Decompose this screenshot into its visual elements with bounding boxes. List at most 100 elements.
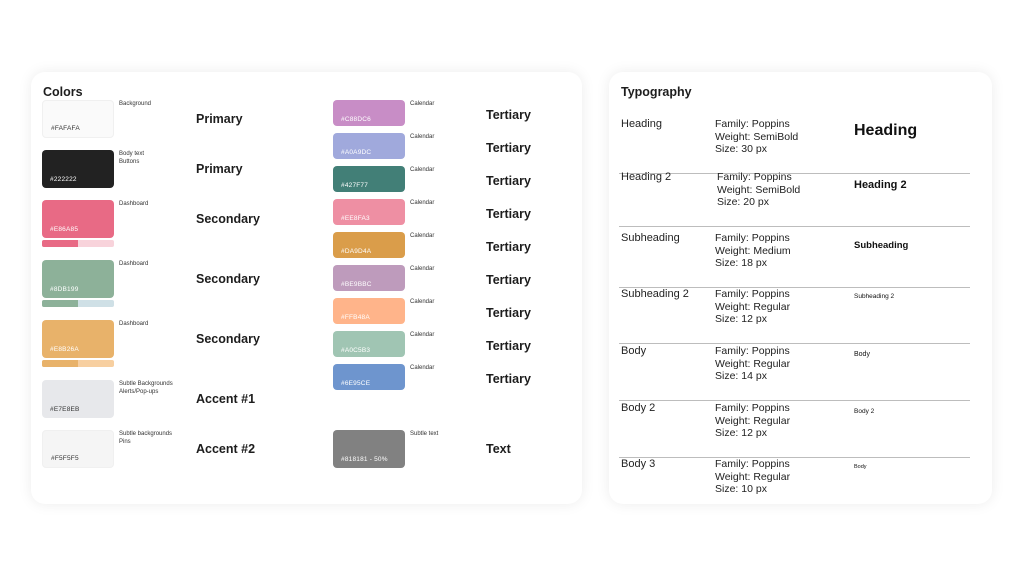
usage-labels: Subtle Backgrounds Alerts/Pop-ups: [119, 380, 199, 396]
color-chip[interactable]: #C88DC6: [333, 100, 405, 126]
tint-bar-fill: [42, 360, 78, 367]
usage-label: Pins: [119, 439, 131, 445]
color-chip[interactable]: #818181 - 50%: [333, 430, 405, 468]
tint-bar: [42, 240, 114, 247]
usage-label: Calendar: [410, 134, 435, 140]
type-style-spec: Family: Poppins Weight: Medium Size: 18 px: [715, 232, 791, 270]
hex-code: #818181 - 50%: [341, 456, 388, 463]
usage-label: Calendar: [410, 233, 435, 239]
color-role-label: Tertiary: [486, 306, 531, 320]
color-chip[interactable]: #DA9D4A: [333, 232, 405, 258]
color-role-label: Tertiary: [486, 174, 531, 188]
usage-label: Calendar: [410, 332, 435, 338]
color-role-label: Secondary: [196, 272, 260, 286]
hex-code: #F5F5F5: [51, 455, 79, 462]
font-size-value: Size: 18 px: [715, 257, 767, 269]
usage-labels: Calendar: [410, 133, 490, 141]
row-divider: [619, 226, 970, 227]
usage-label: Calendar: [410, 299, 435, 305]
color-chip[interactable]: #A0C5B3: [333, 331, 405, 357]
color-chip[interactable]: #427F77: [333, 166, 405, 192]
usage-label: Background: [119, 101, 152, 107]
usage-label: Subtle backgrounds: [119, 431, 173, 437]
tint-bar: [42, 300, 114, 307]
usage-label: Alerts/Pop-ups: [119, 389, 159, 395]
hex-code: #E86A85: [50, 226, 79, 233]
usage-labels: Calendar: [410, 364, 490, 372]
hex-code: #C88DC6: [341, 116, 371, 123]
color-chip[interactable]: #FAFAFA: [42, 100, 114, 138]
color-chip[interactable]: #BE9BBC: [333, 265, 405, 291]
hex-code: #6E95CE: [341, 380, 371, 387]
usage-label: Body text: [119, 151, 145, 157]
color-role-label: Tertiary: [486, 273, 531, 287]
color-chip[interactable]: #8DB199: [42, 260, 114, 298]
hex-code: #A0C5B3: [341, 347, 371, 354]
color-role-label: Tertiary: [486, 207, 531, 221]
color-role-label: Tertiary: [486, 240, 531, 254]
font-family-value: Family: Poppins: [715, 288, 790, 300]
type-style-name: Heading: [621, 118, 662, 130]
color-role-label: Tertiary: [486, 108, 531, 122]
type-style-sample: Body: [854, 351, 870, 358]
color-role-label: Tertiary: [486, 339, 531, 353]
hex-code: #8DB199: [50, 286, 79, 293]
color-chip[interactable]: #E8B26A: [42, 320, 114, 358]
usage-labels: Dashboard: [119, 320, 199, 328]
type-style-sample: Subheading 2: [854, 293, 895, 300]
type-style-name: Heading 2: [621, 171, 672, 183]
color-chip[interactable]: #EE8FA3: [333, 199, 405, 225]
font-size-value: Size: 14 px: [715, 370, 767, 382]
tint-bar: [42, 360, 114, 367]
type-style-spec: Family: Poppins Weight: SemiBold Size: 20 …: [717, 171, 800, 209]
color-role-label: Text: [486, 442, 511, 456]
hex-code: #EE8FA3: [341, 215, 370, 222]
usage-labels: Subtle text: [410, 430, 490, 438]
type-style-sample: Body: [854, 464, 867, 470]
typography-card: Typography Heading Family: Poppins Weight:…: [609, 72, 992, 504]
hex-code: #DA9D4A: [341, 248, 372, 255]
color-chip[interactable]: #E7E8EB: [42, 380, 114, 418]
color-role-label: Tertiary: [486, 372, 531, 386]
usage-label: Dashboard: [119, 321, 149, 327]
color-role-label: Secondary: [196, 212, 260, 226]
color-chip[interactable]: #FFB48A: [333, 298, 405, 324]
font-weight-value: Weight: SemiBold: [715, 130, 799, 143]
type-style-row: Heading 2 Family: Poppins Weight: SemiBold…: [619, 171, 970, 227]
color-chip[interactable]: #F5F5F5: [42, 430, 114, 468]
color-role-label: Secondary: [196, 332, 260, 346]
type-style-row: Subheading 2 Family: Poppins Weight: Regul…: [619, 288, 970, 344]
hex-code: #E8B26A: [50, 346, 79, 353]
color-role-label: Accent #1: [196, 392, 256, 406]
type-style-name: Body: [621, 345, 647, 357]
type-style-sample: Subheading: [854, 240, 909, 251]
color-chip[interactable]: #6E95CE: [333, 364, 405, 390]
color-role-label: Tertiary: [486, 141, 531, 155]
usage-labels: Calendar: [410, 331, 490, 339]
usage-label: Calendar: [410, 167, 435, 173]
type-style-sample: Heading: [854, 122, 918, 139]
hex-code: #FFB48A: [341, 314, 370, 321]
usage-label: Dashboard: [119, 261, 149, 267]
font-family-value: Family: Poppins: [715, 118, 790, 130]
type-style-row: Body Family: Poppins Weight: Regular Size: …: [619, 345, 970, 401]
usage-labels: Calendar: [410, 100, 490, 108]
colors-title: Colors: [43, 85, 83, 99]
usage-label: Buttons: [119, 159, 140, 165]
hex-code: #222222: [50, 176, 77, 183]
type-style-spec: Family: Poppins Weight: SemiBold Size: 30 …: [715, 118, 798, 156]
usage-labels: Calendar: [410, 298, 490, 306]
font-family-value: Family: Poppins: [715, 402, 790, 414]
usage-labels: Body text Buttons: [119, 150, 199, 166]
font-size-value: Size: 12 px: [715, 313, 767, 325]
hex-code: #E7E8EB: [50, 406, 80, 413]
color-chip[interactable]: #E86A85: [42, 200, 114, 238]
type-style-name: Body 3: [621, 458, 656, 470]
font-size-value: Size: 30 px: [715, 143, 767, 155]
color-chip[interactable]: #A0A9DC: [333, 133, 405, 159]
usage-labels: Dashboard: [119, 260, 199, 268]
usage-label: Subtle text: [410, 431, 439, 437]
color-chip[interactable]: #222222: [42, 150, 114, 188]
usage-labels: Calendar: [410, 199, 490, 207]
typography-title: Typography: [621, 85, 692, 99]
